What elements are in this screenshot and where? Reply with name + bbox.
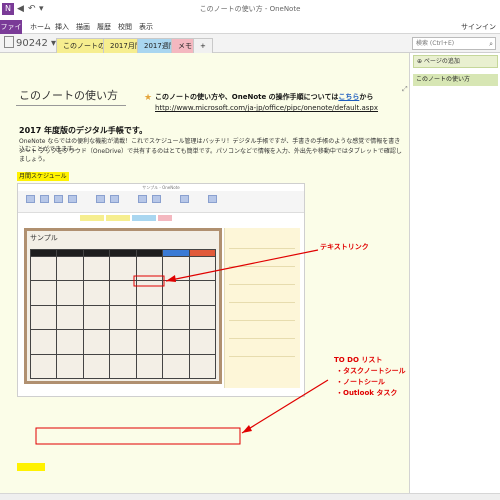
- screenshot-button: [138, 195, 147, 203]
- calendar-grid: [29, 249, 217, 380]
- screenshot-button: [110, 195, 119, 203]
- add-page-button[interactable]: ⊕ ページの追加: [413, 55, 498, 68]
- notebook-navigation-bar: 90242 ▾ このノートの使い方 2017月間 2017週間 メモ + 検索 …: [0, 34, 500, 53]
- search-icon[interactable]: ⌕: [489, 39, 493, 50]
- title-bar: N ◀ ↶ ▾ このノートの使い方 - OneNote: [0, 0, 500, 20]
- tab-review[interactable]: 校閲: [118, 22, 132, 32]
- screenshot-button: [40, 195, 49, 203]
- help-link[interactable]: こちら: [338, 93, 359, 101]
- screenshot-window-title: サンプル - OneNote: [142, 185, 180, 190]
- todo-item-outlook-task: ・Outlook タスク: [336, 389, 398, 397]
- status-bar: [0, 493, 500, 500]
- tab-insert[interactable]: 挿入: [55, 22, 69, 32]
- side-rule: [229, 302, 295, 303]
- calendar-sheet-title: サンプル: [30, 234, 58, 242]
- expand-icon[interactable]: ⤢: [402, 85, 408, 94]
- text-link-annotation: テキストリンク: [320, 243, 369, 251]
- tab-history[interactable]: 履歴: [97, 22, 111, 32]
- screenshot-button: [54, 195, 63, 203]
- screenshot-button: [180, 195, 189, 203]
- page-list-pane: [411, 53, 500, 493]
- ribbon-tabs: ファイル ホーム 挿入 描画 履歴 校閲 表示 サインイン: [0, 20, 500, 45]
- screenshot-side-panel: [224, 228, 300, 388]
- help-url-link[interactable]: http://www.microsoft.com/ja-jp/office/pi…: [155, 104, 378, 112]
- tab-view[interactable]: 表示: [139, 22, 153, 32]
- title-underline: [16, 105, 126, 106]
- embedded-screenshot: サンプル - OneNote サンプル: [17, 183, 305, 397]
- screenshot-section-tab: [80, 215, 104, 221]
- page-list-item-how-to-use[interactable]: このノートの使い方: [413, 74, 498, 86]
- file-tab[interactable]: ファイル: [0, 20, 22, 45]
- help-note: このノートの使い方や、OneNote の操作手順についてはこちらから: [155, 92, 373, 102]
- notebook-name: 90242: [16, 38, 48, 49]
- tab-draw[interactable]: 描画: [76, 22, 90, 32]
- star-icon: ★: [144, 93, 153, 103]
- side-rule: [229, 284, 295, 285]
- highlight-mark: [17, 463, 45, 471]
- screenshot-button: [26, 195, 35, 203]
- add-section-button[interactable]: +: [193, 38, 213, 53]
- screenshot-button: [96, 195, 105, 203]
- screenshot-button: [68, 195, 77, 203]
- tab-home[interactable]: ホーム: [30, 22, 51, 32]
- todo-arrowhead: [242, 425, 252, 433]
- help-note-text: このノートの使い方や、OneNote の操作手順については: [155, 93, 339, 101]
- todo-item-note-sticker: ・ノートシール: [336, 378, 385, 386]
- todo-highlight-box: [35, 427, 241, 445]
- help-note-suffix: から: [359, 93, 374, 101]
- side-rule: [229, 338, 295, 339]
- todo-item-task-sticker: ・タスクノートシール: [336, 367, 406, 375]
- side-rule: [229, 320, 295, 321]
- side-rule: [229, 356, 295, 357]
- todo-list-annotation: TO DO リスト: [334, 356, 383, 364]
- page-canvas[interactable]: ⤢ このノートの使い方 ★ このノートの使い方や、OneNote の操作手順につ…: [0, 53, 410, 493]
- notebook-selector[interactable]: 90242 ▾: [4, 36, 56, 50]
- search-input[interactable]: 検索 (Ctrl+E) ⌕: [412, 37, 496, 50]
- screenshot-section-tab: [158, 215, 172, 221]
- screenshot-button: [208, 195, 217, 203]
- search-placeholder: 検索 (Ctrl+E): [416, 40, 455, 47]
- window-title: このノートの使い方 - OneNote: [199, 5, 301, 13]
- section-heading: 2017 年度版のデジタル手帳です。: [19, 126, 148, 135]
- side-rule: [229, 266, 295, 267]
- screenshot-button: [152, 195, 161, 203]
- notebook-icon: [4, 36, 14, 48]
- page-title[interactable]: このノートの使い方: [19, 87, 118, 103]
- calendar-sheet: サンプル: [24, 228, 222, 384]
- monthly-schedule-label: 月間スケジュール: [17, 172, 69, 181]
- sign-in-link[interactable]: サインイン: [461, 22, 496, 32]
- side-rule: [229, 248, 295, 249]
- screenshot-section-tab: [106, 215, 130, 221]
- intro-text-line-2: ノート ブックをクラウド（OneDrive）で共有するのはとても簡単です。パソコ…: [19, 148, 402, 163]
- screenshot-section-tab: [132, 215, 156, 221]
